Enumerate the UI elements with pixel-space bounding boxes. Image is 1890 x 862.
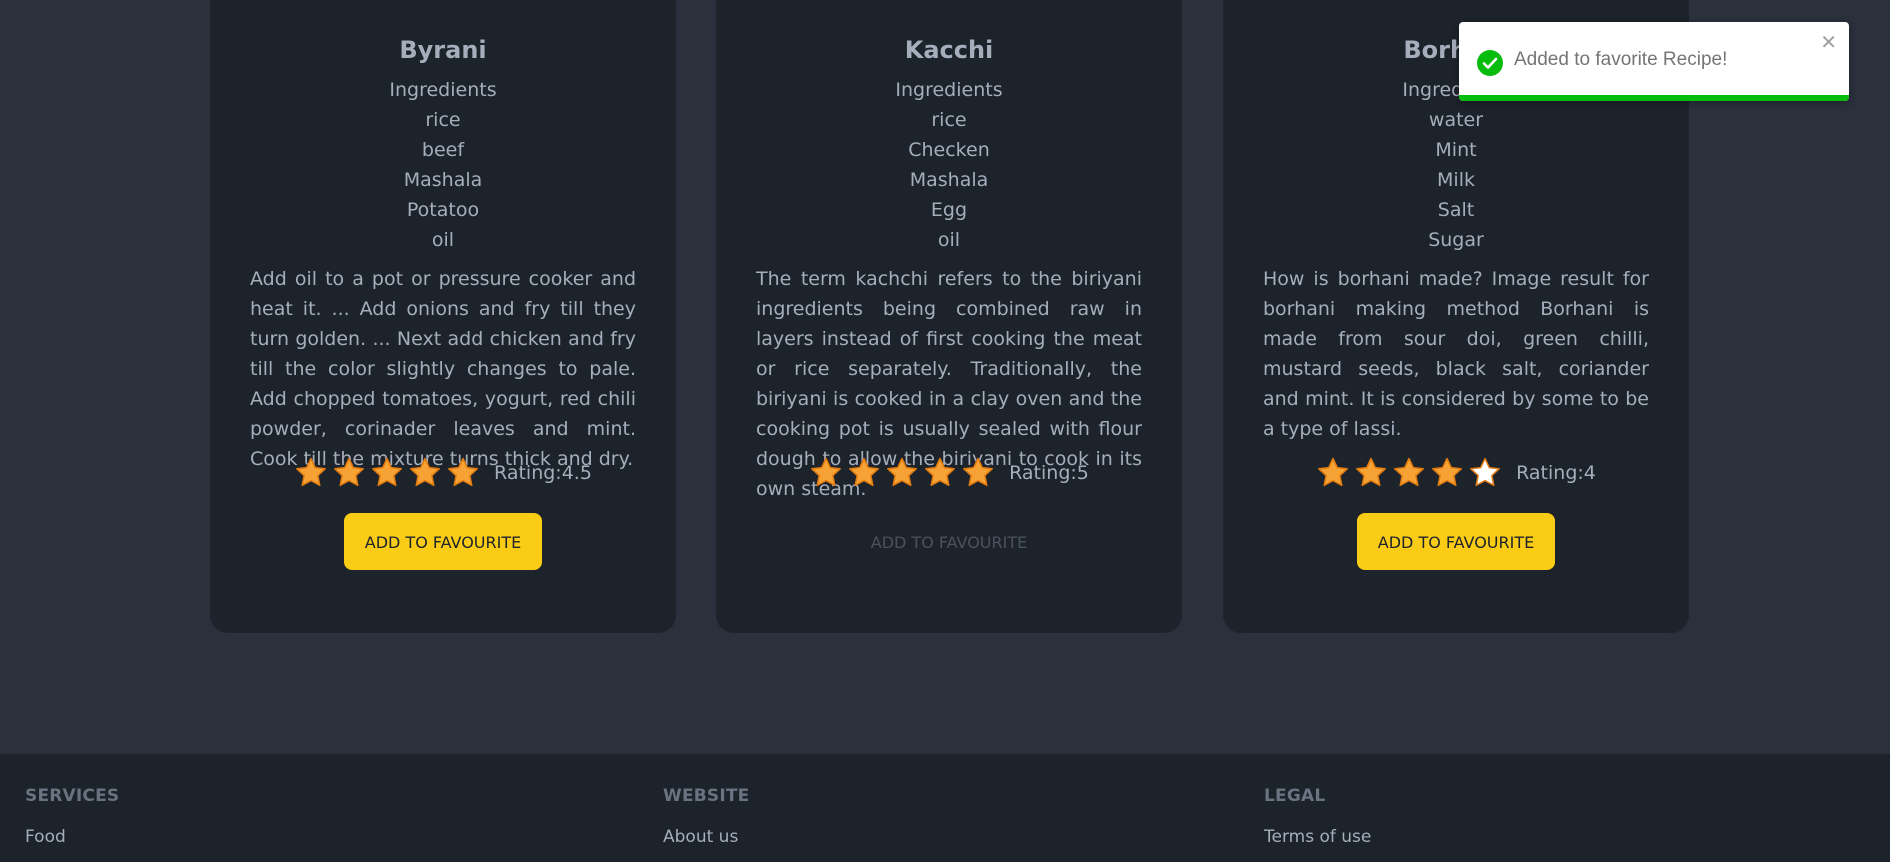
footer-website: WEBSITE About us (663, 780, 750, 850)
success-toast: Added to favorite Recipe! ✕ (1459, 22, 1849, 101)
ingredient-item: beef (421, 139, 465, 161)
recipe-description: Add oil to a pot or pressure cooker and … (250, 268, 636, 470)
footer-link-about-us[interactable]: About us (663, 824, 750, 850)
star-empty-icon[interactable] (1468, 456, 1502, 490)
footer-heading: WEBSITE (663, 786, 750, 806)
ingredients-list: water Mint Milk Salt Sugar (1263, 105, 1649, 255)
star-filled-icon[interactable] (408, 456, 442, 490)
close-icon[interactable]: ✕ (1820, 30, 1837, 54)
ingredient-item: rice (425, 109, 461, 131)
star-filled-icon[interactable] (1354, 456, 1388, 490)
star-filled-icon[interactable] (809, 456, 843, 490)
add-to-favourite-button[interactable]: ADD TO FAVOURITE (1357, 513, 1555, 570)
add-to-favourite-button[interactable]: ADD TO FAVOURITE (344, 513, 542, 570)
footer-heading: SERVICES (25, 786, 120, 806)
star-filled-icon[interactable] (923, 456, 957, 490)
ingredient-item: rice (931, 109, 967, 131)
ingredient-item: Mint (1435, 139, 1477, 161)
ingredients-heading: Ingredients (895, 79, 1003, 101)
star-filled-icon[interactable] (332, 456, 366, 490)
star-rating (1316, 456, 1502, 490)
footer-link-terms-of-use[interactable]: Terms of use (1264, 824, 1371, 850)
ingredient-item: Sugar (1428, 229, 1484, 251)
recipe-cards: Byrani Ingredients rice beef Mashala Pot… (0, 0, 1890, 754)
rating-row: Rating:4 (1263, 454, 1649, 492)
footer-services: SERVICES Food (25, 780, 119, 850)
star-filled-icon[interactable] (847, 456, 881, 490)
star-filled-icon[interactable] (961, 456, 995, 490)
ingredient-item: Salt (1437, 199, 1475, 221)
footer-link-food[interactable]: Food (25, 824, 119, 850)
ingredient-item: Mashala (909, 169, 989, 191)
star-rating (809, 456, 995, 490)
footer-heading: LEGAL (1264, 786, 1326, 806)
ingredient-item: water (1428, 109, 1484, 131)
star-filled-icon[interactable] (294, 456, 328, 490)
star-filled-icon[interactable] (446, 456, 480, 490)
ingredient-item: Potatoo (406, 199, 480, 221)
star-filled-icon[interactable] (1316, 456, 1350, 490)
ingredient-item: oil (937, 229, 961, 251)
star-filled-icon[interactable] (1392, 456, 1426, 490)
toast-message: Added to favorite Recipe! (1514, 49, 1728, 70)
ingredients-list: rice Checken Mashala Egg oil (756, 105, 1142, 255)
rating-label: Rating:5 (1009, 462, 1089, 484)
star-filled-icon[interactable] (1430, 456, 1464, 490)
recipe-description: The term kachchi refers to the biriyani … (756, 268, 1142, 500)
ingredients-heading: Ingredients (389, 79, 497, 101)
ingredients-list: rice beef Mashala Potatoo oil (250, 105, 636, 255)
star-rating (294, 456, 480, 490)
add-to-favourite-button: ADD TO FAVOURITE (850, 513, 1048, 570)
star-filled-icon[interactable] (885, 456, 919, 490)
rating-label: Rating:4.5 (494, 462, 592, 484)
recipe-title: Kacchi (904, 36, 994, 64)
ingredient-item: Checken (908, 139, 990, 161)
recipe-card: Byrani Ingredients rice beef Mashala Pot… (210, 0, 676, 633)
ingredient-item: Mashala (403, 169, 483, 191)
star-filled-icon[interactable] (370, 456, 404, 490)
toast-progress-bar (1459, 95, 1849, 101)
recipe-card: Kacchi Ingredients rice Checken Mashala … (716, 0, 1182, 633)
rating-label: Rating:4 (1516, 462, 1596, 484)
recipe-title: Byrani (399, 36, 487, 64)
ingredient-item: Milk (1437, 169, 1475, 191)
recipe-description: How is borhani made? Image result for bo… (1263, 268, 1649, 440)
ingredient-item: oil (431, 229, 455, 251)
check-circle-icon (1477, 50, 1503, 76)
site-footer: SERVICES Food WEBSITE About us LEGAL Ter… (0, 754, 1890, 862)
footer-legal: LEGAL Terms of use (1264, 780, 1371, 850)
ingredient-item: Egg (930, 199, 968, 221)
